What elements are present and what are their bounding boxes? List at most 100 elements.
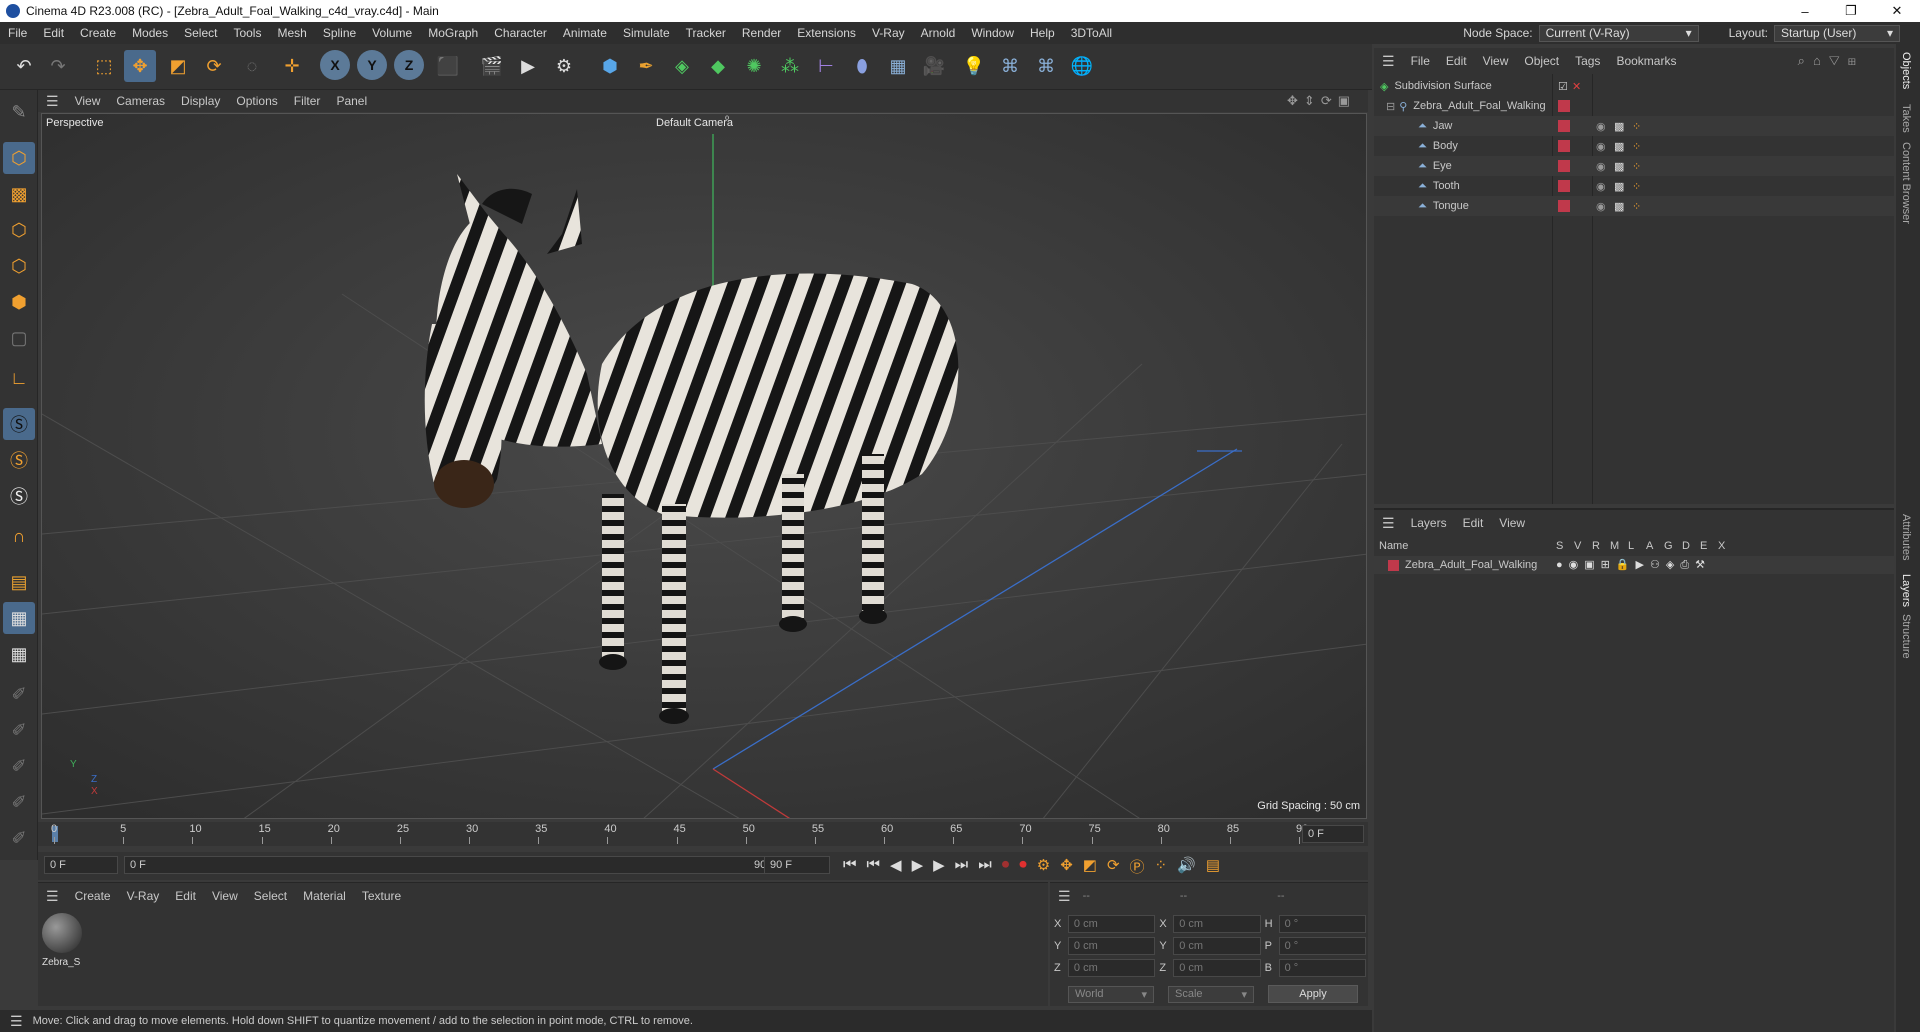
object-menu-view[interactable]: View	[1475, 54, 1517, 68]
size-y-field[interactable]: 0 cm	[1173, 937, 1261, 955]
material-menu-view[interactable]: View	[204, 889, 246, 903]
layer-col-s[interactable]: S	[1556, 540, 1563, 552]
previous-key-icon[interactable]: ⏮	[867, 856, 881, 877]
snap-settings-icon[interactable]: Ⓢ	[3, 444, 35, 476]
phong-tag-icon[interactable]: ⁘	[1632, 120, 1641, 133]
floor-icon[interactable]: ▦	[882, 50, 914, 82]
menu-3dtoall[interactable]: 3DToAll	[1063, 26, 1120, 40]
sculpt-brush-icon[interactable]: ✐	[3, 678, 35, 710]
side-tab-attributes[interactable]: Attributes	[1900, 514, 1912, 560]
phong-tag-icon[interactable]: ⁘	[1632, 200, 1641, 213]
menu-spline[interactable]: Spline	[315, 26, 364, 40]
x-axis-lock-icon[interactable]: X	[320, 50, 350, 80]
uvw-tag-icon[interactable]: ▩	[1614, 200, 1624, 213]
menu-mograph[interactable]: MoGraph	[420, 26, 486, 40]
layer-col-d[interactable]: D	[1682, 540, 1690, 552]
node-space-dropdown[interactable]: Current (V-Ray) ▾	[1538, 24, 1699, 42]
object-row-eye[interactable]: ⏶ Eye ◉ ▩ ⁘	[1374, 156, 1894, 176]
menu-render[interactable]: Render	[734, 26, 789, 40]
preview-range-slider[interactable]: 0 F 90 F	[124, 856, 782, 874]
layer-col-x[interactable]: X	[1718, 540, 1725, 552]
object-menu-edit[interactable]: Edit	[1438, 54, 1475, 68]
menu-simulate[interactable]: Simulate	[615, 26, 678, 40]
pos-x-field[interactable]: 0 cm	[1067, 915, 1156, 933]
timeline-ruler[interactable]: 051015202530354045505560657075808590 0 F	[38, 822, 1368, 846]
mograph-icon[interactable]: ⁂	[774, 50, 806, 82]
viewport-menu-display[interactable]: Display	[173, 94, 228, 108]
material-menu-texture[interactable]: Texture	[354, 889, 409, 903]
menu-file[interactable]: File	[0, 26, 35, 40]
hamburger-icon[interactable]: ☰	[1374, 53, 1403, 70]
uv-mode-icon[interactable]: ▢	[3, 322, 35, 354]
viewport-menu-options[interactable]: Options	[228, 94, 285, 108]
undo-icon[interactable]: ↶	[8, 50, 40, 82]
viewport-menu-view[interactable]: View	[67, 94, 109, 108]
layer-row[interactable]: Zebra_Adult_Foal_Walking ●◉▣⊞🔒▶⚇◈⎙⚒	[1374, 556, 1894, 574]
z-axis-lock-icon[interactable]: Z	[394, 50, 424, 80]
rot-b-field[interactable]: 0 °	[1278, 959, 1366, 977]
subdivision-surface-icon[interactable]: ◈	[666, 50, 698, 82]
menu-help[interactable]: Help	[1022, 26, 1063, 40]
menu-tracker[interactable]: Tracker	[678, 26, 734, 40]
globe-icon[interactable]: 🌐	[1066, 50, 1098, 82]
layer-color-swatch[interactable]	[1388, 559, 1399, 571]
layer-col-m[interactable]: M	[1610, 540, 1619, 552]
next-key-icon[interactable]: ⏭	[955, 856, 969, 877]
pos-z-field[interactable]: 0 cm	[1067, 959, 1156, 977]
menu-volume[interactable]: Volume	[364, 26, 420, 40]
y-axis-lock-icon[interactable]: Y	[357, 50, 387, 80]
paint-brush-icon[interactable]: ✐	[3, 822, 35, 854]
snap-icon[interactable]: Ⓢ	[3, 408, 35, 440]
layer-menu-edit[interactable]: Edit	[1455, 516, 1492, 530]
transform-tool-icon[interactable]: ✛	[276, 50, 308, 82]
start-frame-field[interactable]: 0 F	[44, 856, 118, 874]
render-settings-icon[interactable]: ⚙	[548, 50, 580, 82]
size-x-field[interactable]: 0 cm	[1173, 915, 1261, 933]
uvw-tag-icon[interactable]: ▩	[1614, 180, 1624, 193]
go-to-end-icon[interactable]: ⏭	[978, 856, 992, 877]
magnet-icon[interactable]: ∩	[3, 520, 35, 552]
viewport-menu-filter[interactable]: Filter	[286, 94, 329, 108]
menu-mesh[interactable]: Mesh	[269, 26, 314, 40]
play-icon[interactable]: ▶	[912, 856, 924, 877]
end-frame-field[interactable]: 90 F	[764, 856, 830, 874]
object-menu-tags[interactable]: Tags	[1567, 54, 1608, 68]
hamburger-icon[interactable]: ☰	[38, 93, 67, 110]
current-frame-field[interactable]: 0 F	[1302, 825, 1364, 843]
hamburger-icon[interactable]: ☰	[1374, 515, 1403, 532]
go-to-start-icon[interactable]: ⏮	[843, 856, 857, 877]
key-rotation-icon[interactable]: ⟳	[1107, 856, 1120, 877]
deformer-icon[interactable]: ⊢	[810, 50, 842, 82]
uvw-tag-icon[interactable]: ▩	[1614, 120, 1624, 133]
key-parameter-icon[interactable]: Ⓟ	[1130, 856, 1145, 877]
layer-color-swatch[interactable]	[1558, 180, 1570, 192]
pen-spline-icon[interactable]: ✒	[630, 50, 662, 82]
disabled-x-icon[interactable]: ✕	[1572, 80, 1581, 93]
layer-col-r[interactable]: R	[1592, 540, 1600, 552]
rot-h-field[interactable]: 0 °	[1278, 915, 1366, 933]
layer-color-swatch[interactable]	[1558, 100, 1570, 112]
object-row-body[interactable]: ⏶ Body ◉ ▩ ⁘	[1374, 136, 1894, 156]
move-tool-icon[interactable]: ✥	[124, 50, 156, 82]
material-tag-icon[interactable]: ◉	[1596, 140, 1606, 153]
phong-tag-icon[interactable]: ⁘	[1632, 140, 1641, 153]
layer-menu-view[interactable]: View	[1491, 516, 1533, 530]
uvw-tag-icon[interactable]: ▩	[1614, 160, 1624, 173]
object-row-subdivision-surface[interactable]: ◈ Subdivision Surface ☑ ✕	[1374, 76, 1894, 96]
coord-mode-dropdown[interactable]: Scale ▾	[1168, 985, 1254, 1003]
restore-button[interactable]: ❐	[1828, 0, 1874, 22]
layer-menu-layers[interactable]: Layers	[1403, 516, 1455, 530]
layer-col-a[interactable]: A	[1646, 540, 1653, 552]
uvw-tag-icon[interactable]: ▩	[1614, 140, 1624, 153]
key-pla-icon[interactable]: ⁘	[1155, 856, 1168, 877]
menu-select[interactable]: Select	[176, 26, 225, 40]
cube-object-icon[interactable]: ⬢	[594, 50, 626, 82]
points-mode-icon[interactable]: ⬡	[3, 214, 35, 246]
material-tag-icon[interactable]: ◉	[1596, 160, 1606, 173]
phong-tag-icon[interactable]: ⁘	[1632, 160, 1641, 173]
autokey-icon[interactable]: ⏺	[1019, 856, 1027, 877]
recent-tool-icon[interactable]: ◌	[236, 50, 268, 82]
snap-toggle-icon[interactable]: Ⓢ	[3, 480, 35, 512]
camera-link-icon[interactable]: ⁰	[725, 115, 729, 126]
menu-create[interactable]: Create	[72, 26, 124, 40]
